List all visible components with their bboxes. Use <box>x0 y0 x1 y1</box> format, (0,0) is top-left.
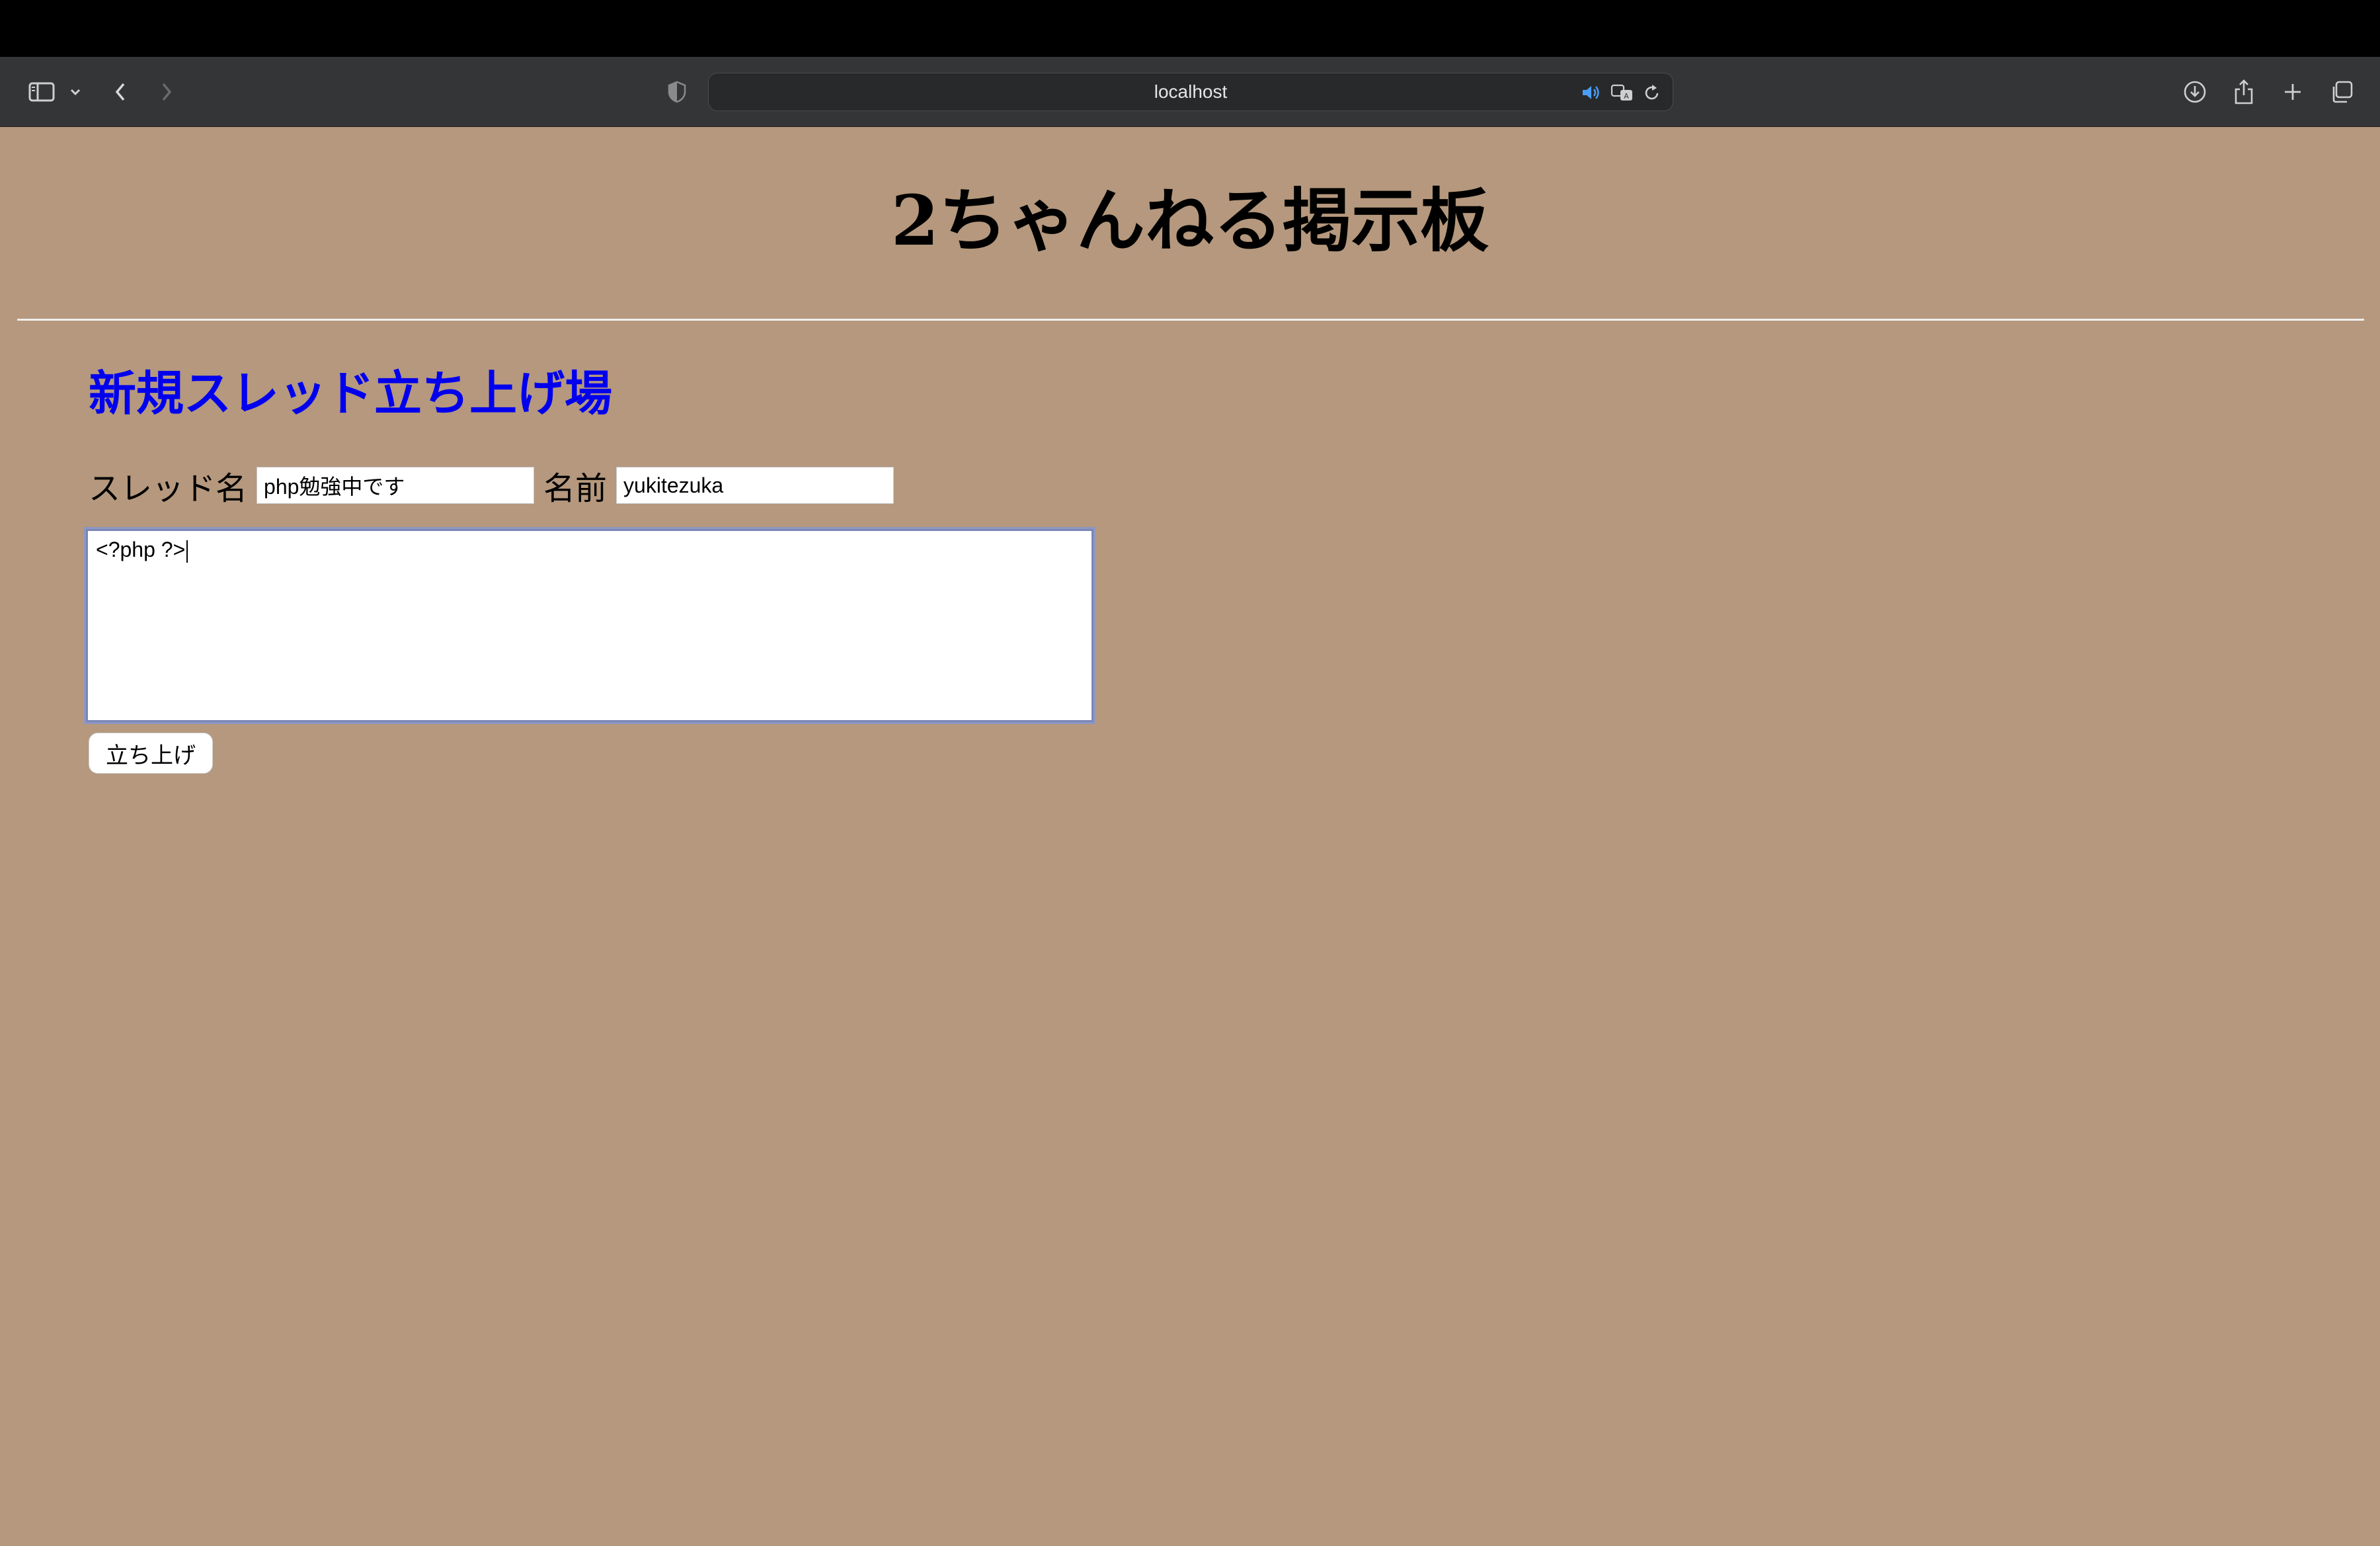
chevron-down-icon[interactable] <box>63 70 87 114</box>
svg-text:A: A <box>1624 92 1629 101</box>
back-icon[interactable] <box>100 70 140 114</box>
browser-toolbar: localhost A <box>0 57 2380 127</box>
page-content: 2ちゃんねる掲示板 新規スレッド立ち上げ場 スレッド名 php勉強中です 名前 … <box>0 127 2380 1546</box>
sidebar-toggle-icon[interactable] <box>21 70 62 114</box>
privacy-shield-icon[interactable] <box>657 70 697 114</box>
submit-button[interactable]: 立ち上げ <box>89 733 213 774</box>
thread-name-label: スレッド名 <box>89 470 248 507</box>
name-input[interactable]: yukitezuka <box>616 467 894 504</box>
section-title: 新規スレッド立ち上げ場 <box>89 365 613 421</box>
address-text: localhost <box>1154 81 1228 102</box>
horizontal-rule <box>17 319 2364 321</box>
thread-name-input[interactable]: php勉強中です <box>257 467 535 504</box>
translate-icon[interactable]: A <box>1610 83 1634 102</box>
text-caret <box>186 540 188 563</box>
tab-overview-icon[interactable] <box>2322 70 2361 114</box>
share-icon[interactable] <box>2224 70 2264 114</box>
forward-icon[interactable] <box>147 70 186 114</box>
new-tab-icon[interactable] <box>2273 70 2313 114</box>
address-bar[interactable]: localhost A <box>708 73 1673 111</box>
message-textarea[interactable]: <?php ?> <box>84 527 1095 724</box>
top-black-bar <box>0 0 2380 57</box>
name-value: yukitezuka <box>623 473 724 497</box>
message-text: <?php ?> <box>96 538 186 561</box>
download-icon[interactable] <box>2175 70 2215 114</box>
speaker-icon[interactable] <box>1581 84 1601 101</box>
reload-icon[interactable] <box>1644 83 1661 102</box>
thread-name-value: php勉強中です <box>264 475 405 499</box>
thread-form-row: スレッド名 php勉強中です 名前 yukitezuka <box>89 464 903 507</box>
name-label: 名前 <box>543 470 608 507</box>
page-title: 2ちゃんねる掲示板 <box>891 180 1489 261</box>
